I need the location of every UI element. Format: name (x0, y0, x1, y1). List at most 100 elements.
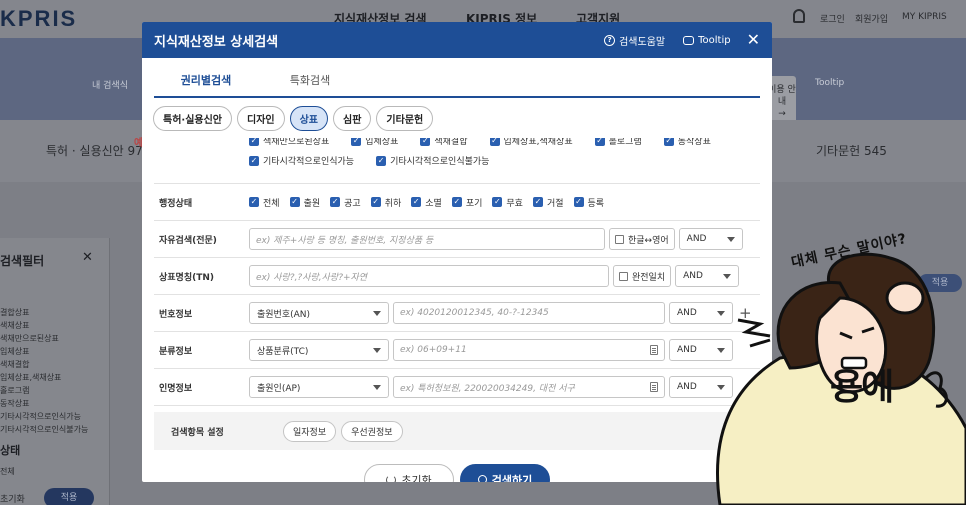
saved-query-link[interactable]: 내 검색식 (92, 78, 128, 91)
type-option[interactable]: ✓ 동작상표 (663, 138, 711, 147)
filter-item[interactable]: 기타시각적으로인식불가능 (0, 423, 88, 436)
filter-item[interactable]: 기타시각적으로인식가능 (0, 410, 88, 423)
status-option[interactable]: ✓ 거절 (532, 196, 564, 209)
confused-woman-illustration: 대체 무슨 말이야? 용에 (690, 228, 966, 505)
status-option[interactable]: ✓ 포기 (451, 196, 482, 209)
person-input[interactable]: ex) 특허청보원, 220020034249, 대전 서구 (393, 376, 665, 398)
number-type-select[interactable]: 출원번호(AN) (249, 302, 389, 324)
status-option[interactable]: ✓ 취하 (370, 196, 401, 209)
chevron-down-icon (373, 310, 381, 316)
checkbox-checked-icon: ✓ (489, 138, 500, 146)
trademark-name-row: 상표명칭(TN) ex) 사랑?,?사랑,사랑?+자연 완전일치 AND (154, 258, 760, 295)
checkbox-checked-icon: ✓ (663, 138, 674, 146)
type-option[interactable]: ✓ 입체상표,색채상표 (489, 138, 573, 147)
signup-link[interactable]: 회원가입 (855, 12, 888, 25)
document-list-icon[interactable] (650, 345, 658, 355)
checkbox-checked-icon: ✓ (420, 138, 431, 146)
freetext-label: 자유검색(전문) (159, 235, 217, 246)
filter-list: 결합상표 색채상표 색채만으로된상표 입체상표 색채결합 입체상표,색채상표 홀… (0, 306, 88, 436)
trademark-name-input[interactable]: ex) 사랑?,?사랑,사랑?+자연 (249, 265, 609, 287)
checkbox-checked-icon: ✓ (532, 197, 543, 207)
type-option[interactable]: ✓ 홀로그램 (594, 138, 642, 147)
classification-type-select[interactable]: 상품분류(TC) (249, 339, 389, 361)
filter-item[interactable]: 입체상표 (0, 345, 88, 358)
checkbox-checked-icon: ✓ (411, 197, 422, 207)
type-option-visual-unrecognizable[interactable]: ✓ 기타시각적으로인식불가능 (376, 154, 489, 167)
category-trademark[interactable]: 상표 (289, 106, 329, 131)
close-icon[interactable]: ✕ (747, 32, 760, 48)
filter-item[interactable]: 동작상표 (0, 397, 88, 410)
korean-english-toggle[interactable]: 한글↔영어 (609, 228, 675, 250)
checkbox-checked-icon: ✓ (451, 197, 462, 207)
checkbox-checked-icon: ✓ (594, 138, 605, 146)
advanced-search-modal: 지식재산정보 상세검색 ? 검색도움말 Tooltip ✕ 권리별검색 특화검색… (142, 22, 772, 482)
type-option[interactable]: ✓ 색채결합 (420, 138, 468, 147)
category-trial[interactable]: 심판 (333, 106, 372, 131)
checkbox-checked-icon: ✓ (249, 138, 259, 146)
filter-item[interactable]: 색채상표 (0, 319, 88, 332)
classification-input[interactable]: ex) 06+09+11 (393, 339, 665, 361)
status-option[interactable]: ✓ 무효 (492, 196, 523, 209)
search-help-button[interactable]: ? 검색도움말 (604, 33, 665, 48)
my-kipris-link[interactable]: MY KIPRIS (902, 12, 947, 22)
checkbox-unchecked-icon (619, 271, 628, 281)
search-button[interactable]: 검색하기 (460, 464, 550, 482)
filter-panel: 검색필터 ✕ 결합상표 색채상표 색채만으로된상표 입체상표 색채결합 입체상표… (0, 238, 110, 505)
filter-item[interactable]: 입체상표,색채상표 (0, 371, 88, 384)
status-row: 행정상태 ✓ 전체 ✓ 출원 ✓ 공고 ✓ 취하 ✓ 소멸 ✓ 포기 ✓ 무효 ✓ 거절 ✓ 등록 (154, 184, 760, 221)
classification-label: 분류정보 (159, 346, 193, 357)
status-option[interactable]: ✓ 전체 (249, 196, 280, 209)
checkbox-checked-icon: ✓ (330, 197, 341, 207)
status-option[interactable]: ✓ 출원 (289, 196, 320, 209)
search-form: ✓ 색채만으로된상표 ✓ 입체상표 ✓ 색채결합 ✓ 입체상표,색채상표 ✓ 홀로그램 ✓… (154, 138, 760, 450)
login-link[interactable]: 로그인 (820, 12, 845, 25)
bell-icon[interactable] (793, 9, 805, 23)
search-field-settings: 검색항목 설정 일자정보 우선권정보 (154, 412, 760, 450)
tooltip-button[interactable]: Tooltip (683, 35, 731, 46)
number-label: 번호정보 (159, 309, 193, 320)
number-row: 번호정보 출원번호(AN) ex) 4020120012345, 40-?-12… (154, 295, 760, 332)
chevron-down-icon (373, 384, 381, 390)
freetext-input[interactable]: ex) 제주+사랑 등 명칭, 출원번호, 지정상품 등 (249, 228, 605, 250)
priority-info-button[interactable]: 우선권정보 (341, 420, 403, 442)
reset-button[interactable]: 초기화 (364, 464, 454, 482)
checkbox-checked-icon: ✓ (249, 197, 259, 207)
question-circle-icon: ? (604, 34, 616, 46)
filter-item[interactable]: 색채만으로된상표 (0, 332, 88, 345)
tab-rights-search[interactable]: 권리별검색 (154, 58, 258, 96)
date-info-button[interactable]: 일자정보 (283, 420, 337, 442)
person-type-select[interactable]: 출원인(AP) (249, 376, 389, 398)
category-other-docs[interactable]: 기타문헌 (376, 106, 434, 131)
filter-reset-button[interactable]: 초기화 (0, 492, 25, 505)
category-patent[interactable]: 특허·실용신안 (153, 106, 232, 131)
status-option[interactable]: ✓ 소멸 (411, 196, 442, 209)
checkbox-checked-icon: ✓ (492, 197, 503, 207)
exact-match-toggle[interactable]: 완전일치 (613, 265, 672, 287)
document-list-icon[interactable] (650, 382, 658, 392)
filter-item[interactable]: 홀로그램 (0, 384, 88, 397)
background-large-text: 용에 (830, 367, 894, 408)
stat-other: 기타문헌 545 (816, 144, 887, 158)
type-option[interactable]: ✓ 색채만으로된상표 (249, 138, 329, 147)
woman-drawing (716, 252, 966, 505)
filter-item[interactable]: 결합상표 (0, 306, 88, 319)
trademark-name-label: 상표명칭(TN) (159, 272, 215, 283)
status-option[interactable]: ✓ 공고 (330, 196, 361, 209)
filter-apply-button[interactable]: 적용 (44, 488, 94, 505)
status-option[interactable]: ✓ 등록 (573, 196, 604, 209)
refresh-icon (386, 474, 397, 482)
background-tooltip[interactable]: Tooltip (815, 78, 844, 88)
filter-item[interactable]: 색채결합 (0, 358, 88, 371)
filter-title: 검색필터 (0, 254, 45, 268)
type-option-visual-recognizable[interactable]: ✓ 기타시각적으로인식가능 (249, 154, 354, 167)
classification-row: 분류정보 상품분류(TC) ex) 06+09+11 AND (154, 332, 760, 369)
filter-status-all[interactable]: 전체 (0, 466, 15, 477)
number-input[interactable]: ex) 4020120012345, 40-?-12345 (393, 302, 665, 324)
chevron-down-icon (373, 347, 381, 353)
type-option[interactable]: ✓ 입체상표 (351, 138, 398, 147)
filter-close-icon[interactable]: ✕ (82, 250, 93, 265)
speech-bubble-icon (683, 35, 695, 45)
category-design[interactable]: 디자인 (237, 106, 285, 131)
tab-specialized-search[interactable]: 특화검색 (258, 58, 362, 96)
type-options-row-partial: ✓ 색채만으로된상표 ✓ 입체상표 ✓ 색채결합 ✓ 입체상표,색채상표 ✓ 홀로그램 ✓… (249, 138, 721, 147)
